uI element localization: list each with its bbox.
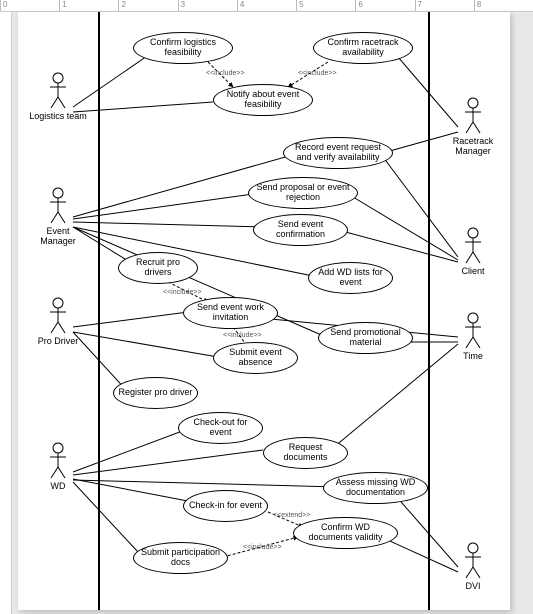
usecase-register-pro-driver[interactable]: Register pro driver [113, 377, 198, 409]
usecase-label: Confirm WD documents validity [298, 523, 393, 543]
usecase-label: Request documents [268, 443, 343, 463]
usecase-label: Submit event absence [218, 348, 293, 368]
usecase-confirm-racetrack[interactable]: Confirm racetrack availability [313, 32, 413, 64]
ruler-tick: 4 [237, 0, 296, 11]
usecase-label: Check-in for event [189, 501, 262, 511]
usecase-label: Send promotional material [323, 328, 408, 348]
actor-label: Client [443, 267, 503, 277]
person-icon [47, 72, 69, 110]
actor-pro-driver[interactable]: Pro Driver [28, 297, 88, 347]
usecase-submit-absence[interactable]: Submit event absence [213, 342, 298, 374]
stereotype-include: <<include>> [206, 70, 245, 77]
usecase-label: Register pro driver [118, 388, 192, 398]
usecase-label: Send event confirmation [258, 220, 343, 240]
usecase-recruit-pro-drivers[interactable]: Recruit pro drivers [118, 252, 198, 284]
actor-event-manager[interactable]: Event Manager [28, 187, 88, 247]
usecase-label: Record event request and verify availabi… [288, 143, 388, 163]
usecase-checkin[interactable]: Check-in for event [183, 490, 268, 522]
usecase-label: Add WD lists for event [313, 268, 388, 288]
horizontal-ruler: 0 1 2 3 4 5 6 7 8 [0, 0, 533, 12]
actor-label: Pro Driver [28, 337, 88, 347]
actor-racetrack-manager[interactable]: Racetrack Manager [443, 97, 503, 157]
vertical-ruler [0, 12, 12, 614]
person-icon [462, 542, 484, 580]
usecase-label: Confirm logistics feasibility [138, 38, 228, 58]
stereotype-include: <<include>> [243, 544, 282, 551]
actor-label: WD [28, 482, 88, 492]
person-icon [47, 297, 69, 335]
ruler-tick: 1 [59, 0, 118, 11]
usecase-label: Submit participation docs [138, 548, 223, 568]
diagram-canvas[interactable]: Logistics team Event Manager Pro Driver … [18, 12, 510, 610]
ruler-tick: 3 [178, 0, 237, 11]
person-icon [47, 442, 69, 480]
usecase-assess-missing-docs[interactable]: Assess missing WD documentation [323, 472, 428, 504]
actor-logistics-team[interactable]: Logistics team [28, 72, 88, 122]
actor-dvi[interactable]: DVI [443, 542, 503, 592]
usecase-send-proposal[interactable]: Send proposal or event rejection [248, 177, 358, 209]
person-icon [462, 97, 484, 135]
usecase-confirm-logistics[interactable]: Confirm logistics feasibility [133, 32, 233, 64]
ruler-tick: 6 [355, 0, 414, 11]
usecase-label: Recruit pro drivers [123, 258, 193, 278]
ruler-tick: 2 [118, 0, 177, 11]
usecase-label: Assess missing WD documentation [328, 478, 423, 498]
usecase-send-confirmation[interactable]: Send event confirmation [253, 214, 348, 246]
stereotype-extend: <<extend>> [273, 512, 310, 519]
person-icon [462, 227, 484, 265]
usecase-request-documents[interactable]: Request documents [263, 437, 348, 469]
actor-wd[interactable]: WD [28, 442, 88, 492]
actor-label: Racetrack Manager [443, 137, 503, 157]
actor-time[interactable]: Time [443, 312, 503, 362]
usecase-notify[interactable]: Notify about event feasibility [213, 84, 313, 116]
stereotype-include: <<include>> [298, 70, 337, 77]
usecase-send-work-invitation[interactable]: Send event work invitation [183, 297, 278, 329]
usecase-add-wd-lists[interactable]: Add WD lists for event [308, 262, 393, 294]
ruler-tick: 7 [415, 0, 474, 11]
actor-label: Time [443, 352, 503, 362]
usecase-confirm-wd-docs[interactable]: Confirm WD documents validity [293, 517, 398, 549]
actor-label: DVI [443, 582, 503, 592]
usecase-checkout[interactable]: Check-out for event [178, 412, 263, 444]
person-icon [47, 187, 69, 225]
actor-label: Event Manager [28, 227, 88, 247]
ruler-tick: 5 [296, 0, 355, 11]
usecase-label: Confirm racetrack availability [318, 38, 408, 58]
usecase-submit-participation[interactable]: Submit participation docs [133, 542, 228, 574]
usecase-send-promotional[interactable]: Send promotional material [318, 322, 413, 354]
actor-label: Logistics team [28, 112, 88, 122]
stereotype-include: <<include>> [223, 332, 262, 339]
usecase-label: Send event work invitation [188, 303, 273, 323]
stereotype-include: <<include>> [163, 289, 202, 296]
usecase-label: Notify about event feasibility [218, 90, 308, 110]
actor-client[interactable]: Client [443, 227, 503, 277]
ruler-tick: 0 [0, 0, 59, 11]
usecase-label: Check-out for event [183, 418, 258, 438]
person-icon [462, 312, 484, 350]
ruler-tick: 8 [474, 0, 533, 11]
usecase-record-request[interactable]: Record event request and verify availabi… [283, 137, 393, 169]
usecase-label: Send proposal or event rejection [253, 183, 353, 203]
